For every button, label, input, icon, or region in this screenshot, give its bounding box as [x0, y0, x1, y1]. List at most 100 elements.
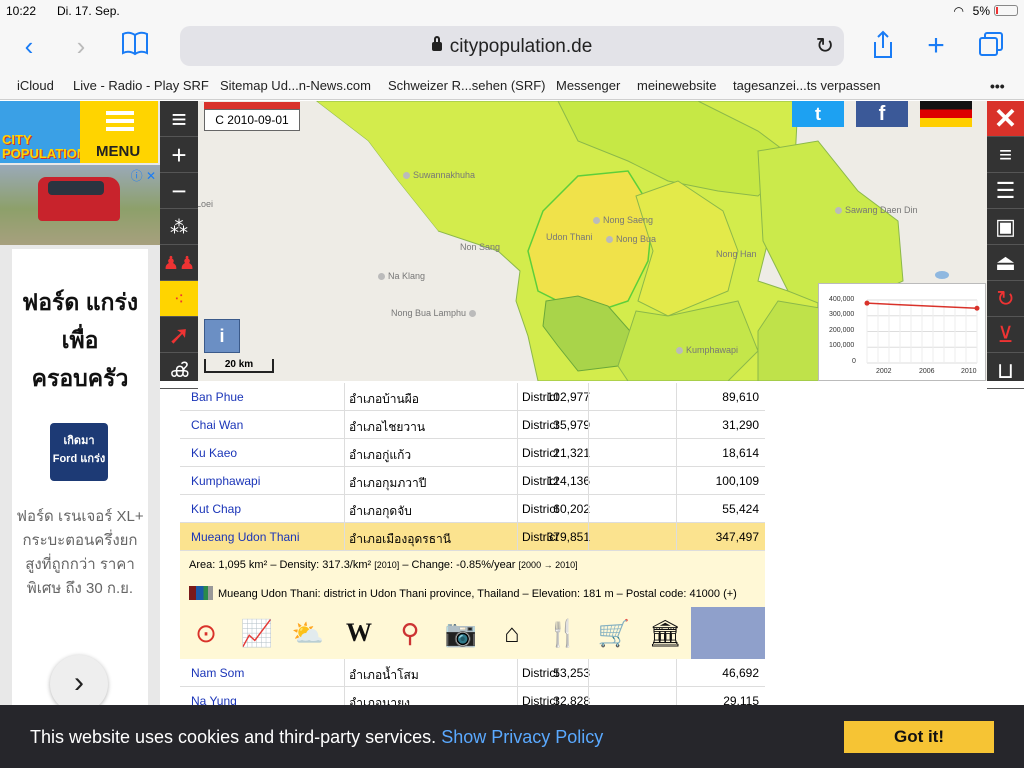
german-flag-icon[interactable]: [920, 101, 972, 127]
layers-icon[interactable]: ☰: [987, 173, 1024, 209]
zoom-out-icon[interactable]: −: [160, 173, 198, 209]
battery-icon: [994, 5, 1018, 16]
bookmarks-book-icon[interactable]: [120, 30, 150, 62]
museum-icon[interactable]: 🏛: [641, 611, 689, 655]
close-icon[interactable]: ✕: [987, 101, 1024, 137]
map-place-label: Non Sang: [460, 242, 501, 252]
data-point: [864, 300, 870, 306]
district-native: อำเภอน้ำโสม: [349, 668, 419, 682]
table-row[interactable]: Kumphawapi อำเภอกุมภวาปี District 124,136 10…: [180, 467, 765, 495]
lock-icon: [431, 36, 442, 51]
map-place-label: Nong Saeng: [593, 215, 653, 225]
menu-button[interactable]: MENU: [80, 101, 158, 163]
bookmark-item[interactable]: Live - Radio - Play SRF: [73, 78, 209, 93]
weather-icon[interactable]: ⛅: [284, 611, 332, 655]
accept-cookies-button[interactable]: Got it!: [844, 721, 994, 753]
district-native: อำเภอกุมภวาปี: [349, 476, 427, 490]
map-view[interactable]: C 2010-09-01 t f Suwannakhuha Loei Nong …: [198, 101, 987, 381]
privacy-policy-link[interactable]: Show Privacy Policy: [441, 727, 603, 747]
population-2010: 55,424: [722, 502, 759, 516]
table-row[interactable]: Nam Som อำเภอน้ำโสม District 53,253 46,692: [180, 659, 765, 687]
table-row[interactable]: Kut Chap อำเภอกุดจับ District 60,202 55,424: [180, 495, 765, 523]
bracket-icon[interactable]: ⊔: [987, 353, 1024, 389]
district-name[interactable]: Kut Chap: [191, 502, 241, 516]
ford-badge-image: เกิดมา Ford แกร่ง: [50, 423, 108, 481]
district-name[interactable]: Kumphawapi: [191, 474, 260, 488]
zoom-in-icon[interactable]: +: [160, 137, 198, 173]
district-name[interactable]: Nam Som: [191, 666, 244, 680]
map-place-label: Sawang Daen Din: [835, 205, 918, 215]
share-icon[interactable]: [868, 30, 898, 62]
map-place-label: Udon Thani: [546, 232, 593, 242]
district-table: Ban Phue อำเภอบ้านผือ District 102,977 89,61…: [180, 383, 765, 715]
table-row-selected[interactable]: Mueang Udon Thani อำเภอเมืองอุดรธานี Dis…: [180, 523, 765, 551]
browser-toolbar: ‹ › citypopulation.de ↻ +: [0, 22, 1024, 72]
tabs-icon[interactable]: [976, 30, 1006, 62]
bookmark-item[interactable]: meinewebsite: [637, 78, 717, 93]
bookmark-item[interactable]: iCloud: [17, 78, 54, 93]
population-2000: 53,253: [553, 666, 590, 680]
site-logo[interactable]: CITY POPULATION: [0, 101, 86, 163]
population-chart[interactable]: 400,000 300,000 200,000 100,000 0 2002 2…: [818, 283, 986, 381]
district-name[interactable]: Ban Phue: [191, 390, 244, 404]
map-place-label: Nong Bua: [606, 234, 656, 244]
more-dots-icon[interactable]: ⊙: [182, 611, 230, 655]
dots-icon[interactable]: ⁖: [160, 281, 198, 317]
twitter-icon[interactable]: t: [792, 101, 844, 127]
eject-icon[interactable]: ⏏: [987, 245, 1024, 281]
table-row[interactable]: Chai Wan อำเภอไชยวาน District 35,979 31,290: [180, 411, 765, 439]
arrow-icon[interactable]: ➚: [160, 317, 198, 353]
map-right-toolbar: ✕ ≡ ☰ ▣ ⏏ ↻ ⊻ ⊔: [987, 101, 1024, 389]
facebook-icon[interactable]: f: [856, 101, 908, 127]
data-point: [974, 305, 980, 311]
status-date: Di. 17. Sep.: [57, 4, 120, 18]
province-flag-icon: [189, 586, 213, 600]
url-text: citypopulation.de: [449, 36, 593, 57]
bookmark-item[interactable]: Sitemap Ud...n-News.com: [220, 78, 371, 93]
camera-icon[interactable]: 📷: [437, 611, 485, 655]
empty-action-slot: [691, 607, 765, 659]
back-icon[interactable]: ‹: [14, 30, 44, 62]
population-2010: 347,497: [715, 530, 759, 544]
bookmark-item[interactable]: tagesanzei...ts verpassen: [733, 78, 880, 93]
population-2000: 35,979: [553, 418, 590, 432]
new-tab-icon[interactable]: +: [921, 30, 951, 62]
download-icon[interactable]: ⊻: [987, 317, 1024, 353]
bookmark-item[interactable]: Messenger: [556, 78, 620, 93]
table-row[interactable]: Ban Phue อำเภอบ้านผือ District 102,977 89,61…: [180, 383, 765, 411]
chart-plot: [864, 299, 980, 364]
address-bar[interactable]: citypopulation.de ↻: [180, 26, 844, 66]
forward-icon[interactable]: ›: [66, 30, 96, 62]
chart-line-icon[interactable]: 📈: [233, 611, 281, 655]
population-icon[interactable]: ♟♟: [160, 245, 198, 281]
reload-icon[interactable]: ↻: [816, 33, 834, 59]
rotate-icon[interactable]: ↻: [987, 281, 1024, 317]
contrast-icon[interactable]: ▣: [987, 209, 1024, 245]
hierarchy-icon[interactable]: ⁂: [160, 209, 198, 245]
district-name[interactable]: Ku Kaeo: [191, 446, 237, 460]
ad-close-icon[interactable]: ⓘ ✕: [131, 167, 156, 184]
more-bookmarks-icon[interactable]: •••: [990, 78, 1005, 94]
wifi-icon: ◠: [953, 4, 964, 18]
layers-menu-icon[interactable]: ≡: [160, 101, 198, 137]
population-2010: 18,614: [722, 446, 759, 460]
map-left-toolbar: ≡ + − ⁂ ♟♟ ⁖ ➚ ൿ: [160, 101, 198, 389]
hotel-icon[interactable]: ⌂: [488, 611, 536, 655]
district-name[interactable]: Mueang Udon Thani: [191, 530, 300, 544]
info-button[interactable]: i: [204, 319, 240, 353]
district-native: อำเภอกู่แก้ว: [349, 448, 412, 462]
district-name[interactable]: Chai Wan: [191, 418, 243, 432]
restaurant-icon[interactable]: 🍴: [539, 611, 587, 655]
shopping-cart-icon[interactable]: 🛒: [590, 611, 638, 655]
population-2010: 46,692: [722, 666, 759, 680]
table-row[interactable]: Ku Kaeo อำเภอกู่แก้ว District 21,321 18,614: [180, 439, 765, 467]
population-2000: 102,977: [546, 390, 590, 404]
bookmark-item[interactable]: Schweizer R...sehen (SRF): [388, 78, 546, 93]
menu-icon[interactable]: ≡: [987, 137, 1024, 173]
ad-sidebar: CITY POPULATION MENU ⓘ ✕ ฟอร์ด แกร่งเพื่…: [0, 101, 160, 713]
census-date-box[interactable]: C 2010-09-01: [204, 102, 300, 131]
ad-card[interactable]: ฟอร์ด แกร่งเพื่อ ครอบครัว เกิดมา Ford แก…: [12, 249, 148, 713]
wikipedia-icon[interactable]: W: [335, 611, 383, 655]
search-icon[interactable]: ⚲: [386, 611, 434, 655]
map-place-label: Nong Han: [716, 249, 757, 259]
